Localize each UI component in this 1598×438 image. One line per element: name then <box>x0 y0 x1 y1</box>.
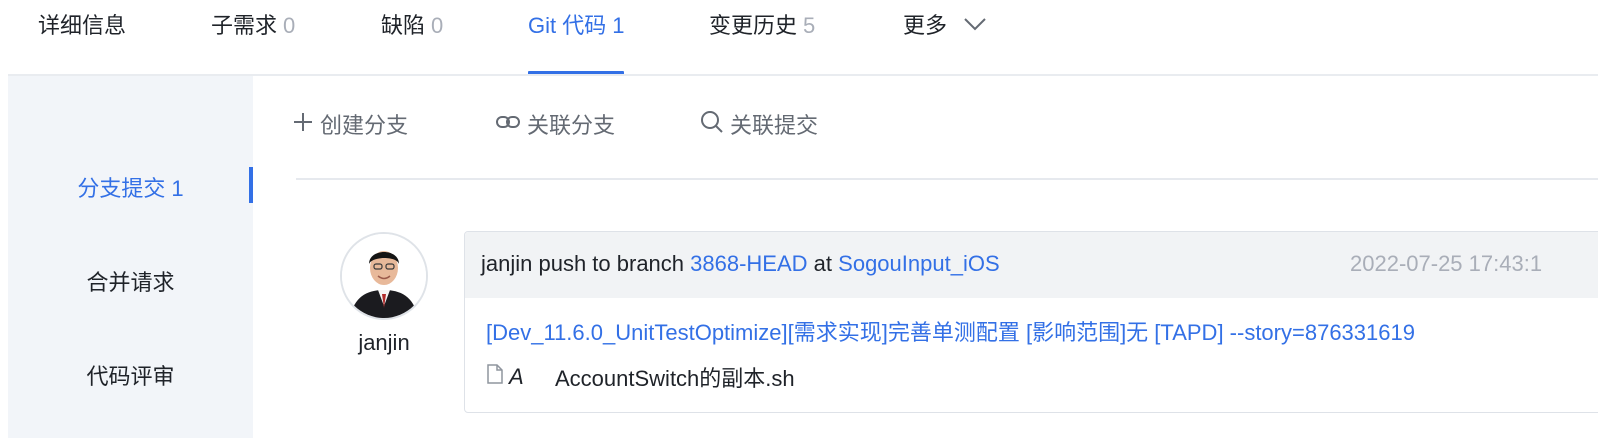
tab-label: 缺陷 <box>381 13 426 38</box>
changed-file-row[interactable]: A AccountSwitch的副本.sh <box>485 362 795 392</box>
link-branch-button[interactable]: 关联分支 <box>495 110 615 142</box>
search-icon <box>700 110 730 143</box>
tab-count: 0 <box>283 13 296 38</box>
plus-icon <box>292 110 320 142</box>
link-branch-label: 关联分支 <box>527 113 616 138</box>
chevron-down-icon <box>963 0 987 50</box>
sidebar-item-label: 分支提交 1 <box>77 176 184 201</box>
commit-action-text: janjin push to branch <box>481 251 685 276</box>
tab-bar: 详细信息 子需求 0 缺陷 0 Git 代码 1 变更历史 5 更多 <box>0 0 1598 76</box>
link-icon <box>495 110 527 142</box>
sidebar-item-branch-commits[interactable]: 分支提交 1 <box>8 171 253 203</box>
author-name[interactable]: janjin <box>340 330 428 356</box>
toolbar-divider <box>296 178 1598 180</box>
file-icon <box>485 363 505 391</box>
sidebar-item-label: 代码评审 <box>86 364 175 389</box>
tab-git-code[interactable]: Git 代码 1 <box>528 0 625 76</box>
tab-more[interactable]: 更多 <box>903 0 987 76</box>
side-nav: 分支提交 1 合并请求 代码评审 <box>8 76 253 438</box>
create-branch-label: 创建分支 <box>320 113 409 138</box>
tab-label: 变更历史 <box>709 13 798 38</box>
tab-count: 5 <box>803 13 816 38</box>
active-indicator <box>249 167 253 203</box>
file-change-type: A <box>509 364 524 389</box>
tab-sub-requirements[interactable]: 子需求 0 <box>211 0 295 76</box>
commit-message-link[interactable]: [Dev_11.6.0_UnitTestOptimize][需求实现]完善单测配… <box>486 315 1415 347</box>
tab-count: 1 <box>612 13 625 38</box>
avatar-image <box>342 234 426 318</box>
sidebar-item-code-review[interactable]: 代码评审 <box>8 359 253 391</box>
commit-timestamp: 2022-07-25 17:43:1 <box>1350 251 1543 276</box>
tab-label: Git 代码 <box>528 13 607 38</box>
tab-label: 子需求 <box>211 13 278 38</box>
commit-card: janjin push to branch 3868-HEAD at Sogou… <box>464 231 1598 413</box>
avatar[interactable] <box>340 232 428 320</box>
tab-count: 0 <box>431 13 444 38</box>
commit-card-header: janjin push to branch 3868-HEAD at Sogou… <box>465 232 1598 298</box>
tab-label: 更多 <box>903 13 948 38</box>
branch-link[interactable]: 3868-HEAD <box>690 251 807 276</box>
link-commit-button[interactable]: 关联提交 <box>700 110 818 142</box>
commit-summary: janjin push to branch 3868-HEAD at Sogou… <box>481 251 1000 277</box>
commit-at-text: at <box>813 251 833 276</box>
sidebar-item-merge-requests[interactable]: 合并请求 <box>8 265 253 297</box>
file-name: AccountSwitch的副本.sh <box>555 366 795 391</box>
sidebar-item-label: 合并请求 <box>86 270 175 295</box>
tab-defects[interactable]: 缺陷 0 <box>381 0 443 76</box>
tab-change-history[interactable]: 变更历史 5 <box>709 0 815 76</box>
repo-link[interactable]: SogouInput_iOS <box>838 251 999 276</box>
create-branch-button[interactable]: 创建分支 <box>292 110 408 142</box>
tab-label: 详细信息 <box>38 13 127 38</box>
tab-details[interactable]: 详细信息 <box>38 0 126 76</box>
link-commit-label: 关联提交 <box>730 113 819 138</box>
